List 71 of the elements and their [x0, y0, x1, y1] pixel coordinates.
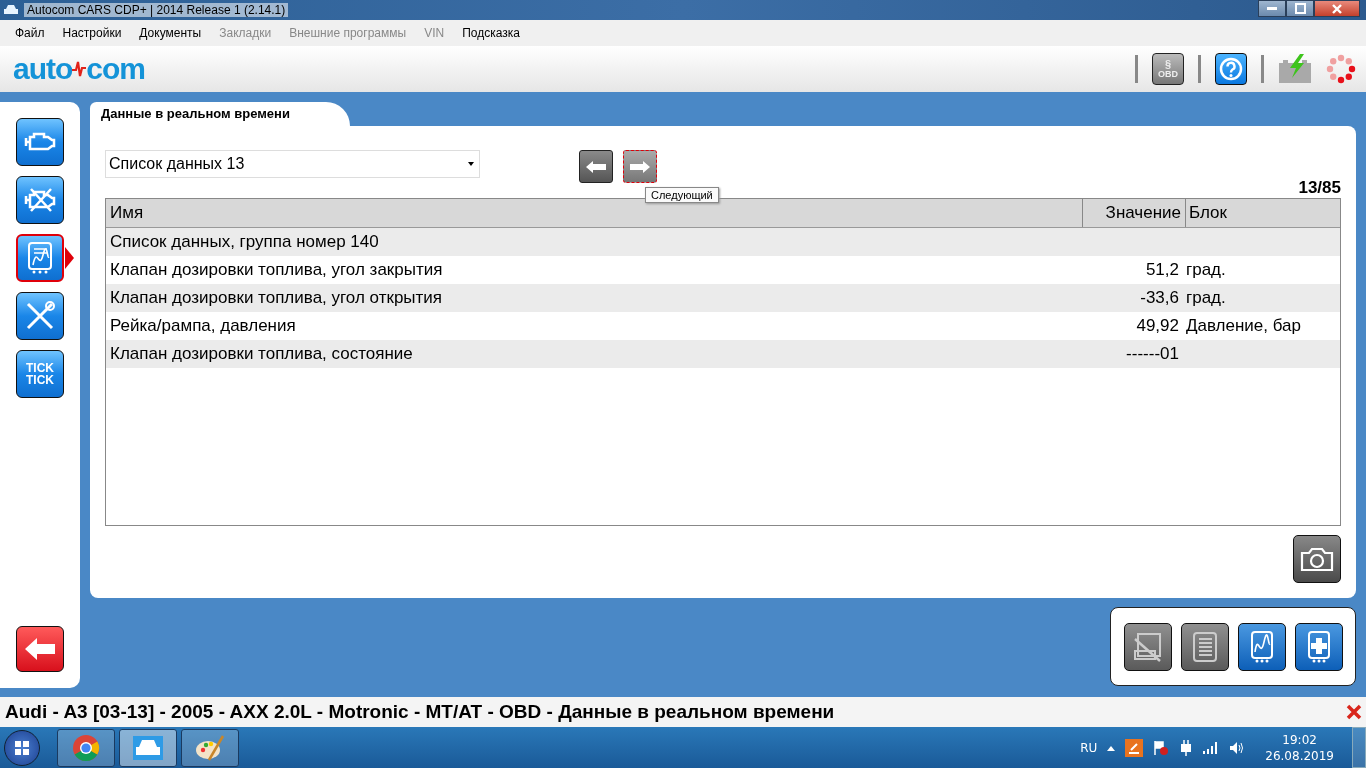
table-cell: ------01: [1126, 344, 1179, 363]
back-arrow-icon: [23, 636, 57, 662]
column-header[interactable]: Значение: [1082, 199, 1186, 227]
graph-icon: [25, 241, 55, 275]
start-button[interactable]: [4, 729, 40, 766]
table-cell: Клапан дозировки топлива, угол закрытия: [110, 260, 443, 279]
medical-button[interactable]: [1294, 622, 1343, 671]
paint-taskbar-button[interactable]: [181, 728, 239, 767]
data-list-dropdown[interactable]: Список данных 13: [105, 150, 480, 178]
table-cell: град.: [1186, 260, 1226, 279]
tooltip: Следующий: [645, 187, 719, 203]
engine-crossed-icon: [23, 187, 57, 213]
table-cell: 49,92: [1136, 316, 1179, 335]
help-icon: [1218, 56, 1244, 82]
table-cell: град.: [1186, 288, 1226, 307]
autocom-logo: auto com: [13, 54, 145, 84]
restore-button[interactable]: [1286, 0, 1314, 17]
signal-icon[interactable]: [1203, 741, 1220, 754]
close-button[interactable]: [1314, 0, 1360, 17]
left-arrow-icon: [584, 159, 608, 174]
close-icon[interactable]: [1346, 704, 1362, 720]
car-icon: [3, 4, 19, 16]
car-app-taskbar-button[interactable]: [119, 728, 177, 767]
camera-icon: [1299, 546, 1335, 572]
sidebar-button[interactable]: [16, 176, 64, 224]
browser-taskbar-button[interactable]: [57, 728, 115, 767]
car-icon: [133, 735, 163, 760]
table-cell: Клапан дозировки топлива, угол открытия: [110, 288, 443, 307]
close-icon: [1332, 3, 1342, 14]
paint-palette-icon: [195, 733, 225, 762]
table-cell: Клапан дозировки топлива, состояние: [110, 344, 413, 363]
show-hidden-icons-icon[interactable]: [1107, 744, 1116, 751]
minimize-button[interactable]: [1258, 0, 1286, 17]
menu-item[interactable]: Подсказка: [462, 26, 520, 40]
vehicle-status-text: Audi - A3 [03-13] - 2005 - AXX 2.0L - Motronic - MT/AT - OBD - Данные в реальном времени: [5, 701, 835, 723]
sidebar-button[interactable]: [16, 292, 64, 340]
next-button[interactable]: [623, 150, 657, 183]
list-icon: [1190, 630, 1219, 663]
windows-icon: [14, 739, 30, 756]
table-cell: Давление, бар: [1186, 316, 1302, 335]
clock-time[interactable]: 19:02: [1282, 731, 1317, 748]
volume-icon[interactable]: [1229, 740, 1246, 755]
table-cell: Список данных, группа номер 140: [110, 232, 379, 251]
previous-button[interactable]: [579, 150, 613, 183]
table-cell: Рейка/рампа, давления: [110, 316, 296, 335]
window-title: Autocom CARS CDP+ | 2014 Release 1 (2.14.1): [24, 3, 289, 17]
column-header[interactable]: Блок: [1186, 199, 1340, 227]
loading-spinner-icon: [1326, 54, 1356, 84]
table-cell: -33,6: [1140, 288, 1179, 307]
menu-item[interactable]: Настройки: [62, 26, 122, 40]
caret-icon: [468, 162, 474, 166]
panel-tab[interactable]: Данные в реальном времени: [90, 102, 350, 126]
clock-date[interactable]: 26.08.2019: [1265, 747, 1334, 764]
sidebar-button[interactable]: [16, 118, 64, 166]
right-arrow-icon: [628, 159, 652, 174]
menu-item[interactable]: Файл: [15, 26, 45, 40]
selection-arrow-icon: [65, 247, 74, 269]
browser-icon: [71, 732, 101, 763]
screenshot-button[interactable]: [1293, 535, 1341, 583]
graph-button[interactable]: [1237, 622, 1286, 671]
help-button[interactable]: [1215, 53, 1247, 85]
power-plug-icon[interactable]: [1179, 739, 1194, 756]
battery-icon: [1278, 54, 1312, 84]
back-button[interactable]: [16, 626, 64, 672]
sidebar-button[interactable]: TICK TICK: [16, 350, 64, 398]
flag-icon[interactable]: [1153, 739, 1170, 756]
language-indicator[interactable]: RU: [1080, 740, 1098, 755]
table-cell: 51,2: [1145, 260, 1179, 279]
tray-app-icon[interactable]: [1125, 738, 1144, 757]
page-counter: 13/85: [1298, 178, 1341, 198]
menu-item[interactable]: Документы: [139, 26, 202, 40]
